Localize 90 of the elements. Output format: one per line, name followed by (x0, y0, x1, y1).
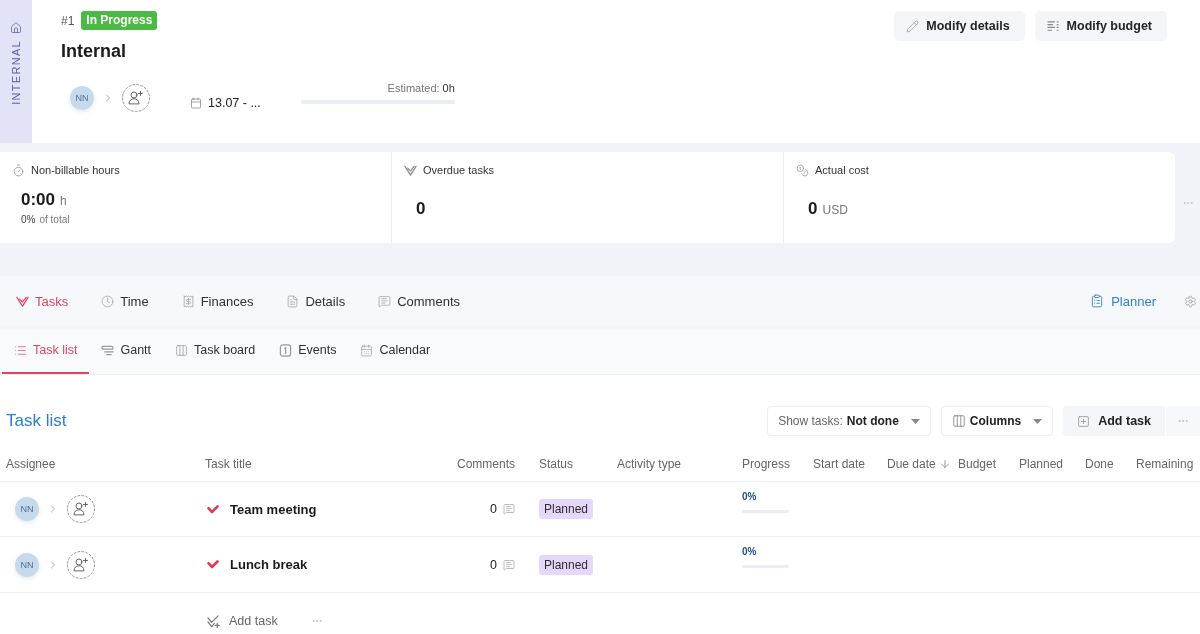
add-task-icon (207, 614, 220, 628)
section-title: Task list (6, 411, 67, 431)
caret-icon (1033, 418, 1043, 424)
comment-icon (378, 294, 392, 308)
stat-share: 0% (21, 214, 36, 226)
task-title[interactable]: Lunch break (230, 557, 308, 572)
project-number: #1 (61, 13, 75, 28)
calendar-day-icon (279, 343, 293, 357)
column-header[interactable]: Activity type (617, 457, 682, 471)
modify-button[interactable]: Modify budget (1034, 11, 1167, 41)
plus-square-icon (1077, 414, 1091, 428)
add-user-icon[interactable] (67, 550, 95, 579)
tab[interactable]: Tasks (16, 293, 69, 309)
estimate-label: Estimated: (387, 82, 440, 95)
planner-link[interactable]: Planner (1090, 293, 1156, 309)
project-type-label: INTERNAL (10, 40, 22, 105)
comment-icon[interactable] (503, 558, 515, 571)
columns-icon (951, 414, 966, 428)
avatar[interactable]: NN (15, 552, 39, 577)
clipboard-icon (1090, 294, 1105, 308)
stat-title: Actual cost (815, 164, 869, 177)
progress-value: 0% (742, 491, 757, 503)
caret-icon (910, 418, 920, 424)
status-badge: Planned (539, 499, 594, 519)
stopwatch-icon (12, 164, 25, 177)
list-icon (1046, 19, 1060, 33)
stat-title: Non-billable hours (31, 164, 120, 177)
column-header[interactable]: Task title (205, 457, 252, 471)
column-header[interactable]: Comments (457, 457, 515, 471)
tab[interactable]: Details (286, 293, 346, 309)
tab[interactable]: Comments (378, 293, 460, 309)
stat-value: 0 (808, 199, 818, 219)
document-icon (286, 294, 300, 308)
column-header[interactable]: Due date (887, 457, 936, 471)
add-user-icon[interactable] (122, 84, 150, 112)
check-icon (404, 164, 417, 177)
column-header[interactable]: Planned (1019, 457, 1064, 471)
check-icon (207, 560, 219, 569)
columns-icon (175, 343, 189, 357)
task-title[interactable]: Team meeting (230, 501, 317, 517)
gantt-icon (101, 343, 115, 357)
comment-count: 0 (490, 502, 497, 516)
avatar[interactable]: NN (70, 86, 94, 110)
clock-icon (101, 294, 115, 308)
add-task-link[interactable]: Add task (229, 614, 278, 628)
receipt-icon (181, 294, 195, 308)
calendar-icon (360, 343, 374, 357)
date-range: 13.07 - ... (208, 96, 261, 110)
stat-value: 0 (416, 199, 426, 219)
sort-arrow-icon[interactable] (938, 458, 951, 470)
coins-icon (796, 164, 809, 177)
status-badge: In Progress (81, 11, 158, 30)
column-header[interactable]: Done (1085, 457, 1114, 471)
project-title: Internal (61, 40, 126, 62)
estimate-value: 0h (442, 82, 455, 95)
show-tasks-dropdown[interactable]: Show tasks: Not done (767, 406, 931, 436)
list-icon (14, 343, 27, 357)
house-icon (10, 22, 22, 34)
settings-icon[interactable] (1184, 294, 1197, 308)
add-user-icon[interactable] (67, 495, 95, 523)
tab[interactable]: Time (101, 293, 149, 309)
avatar[interactable]: NN (15, 497, 39, 521)
column-header[interactable]: Progress (742, 457, 791, 471)
check-icon (16, 294, 29, 308)
check-icon (207, 504, 219, 514)
progress-value: 0% (742, 546, 757, 558)
column-header[interactable]: Status (539, 457, 574, 471)
stat-unit: h (60, 194, 67, 208)
view-tab[interactable]: Calendar (348, 326, 443, 374)
calendar-icon (190, 97, 202, 109)
view-tab[interactable]: Gantt (89, 326, 164, 374)
pencil-icon (906, 19, 920, 33)
column-header[interactable]: Budget (958, 457, 997, 471)
comment-count: 0 (490, 557, 497, 572)
column-header[interactable]: Start date (813, 457, 866, 471)
add-task-button[interactable]: Add task (1063, 406, 1165, 436)
view-tab[interactable]: Events (267, 326, 349, 374)
more-button[interactable] (1166, 406, 1200, 436)
stat-share-label: of total (39, 214, 70, 226)
column-header[interactable]: Assignee (6, 457, 56, 471)
stat-unit: USD (822, 203, 848, 217)
view-tab[interactable]: Task board (163, 326, 268, 374)
stat-value: 0:00 (21, 190, 56, 210)
tab[interactable]: Finances (181, 293, 254, 309)
columns-dropdown[interactable]: Columns (940, 406, 1054, 436)
comment-icon[interactable] (503, 503, 515, 515)
modify-button[interactable]: Modify details (894, 11, 1025, 41)
status-badge: Planned (539, 554, 594, 575)
stat-title: Overdue tasks (423, 164, 494, 177)
column-header[interactable]: Remaining (1136, 457, 1194, 471)
